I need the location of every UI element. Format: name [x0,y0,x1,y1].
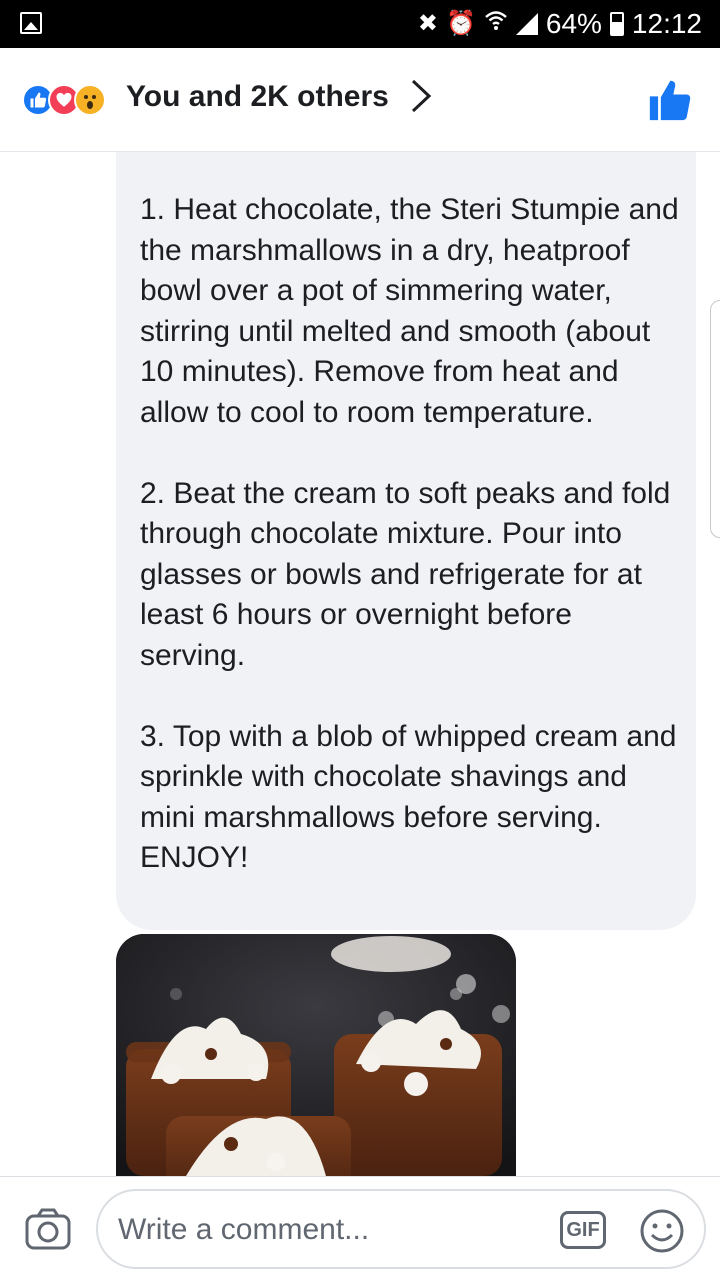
comment-placeholder: Write a comment... [118,1213,370,1246]
comment-bubble: 1. Heat chocolate, the Steri Stumpie and… [116,152,696,930]
thumbs-up-icon[interactable] [648,78,692,122]
comment-composer: Write a comment... GIF [0,1176,720,1280]
status-icons: ✖ ⏰ 64% 12:12 [418,8,702,40]
wow-reaction-icon [74,84,106,116]
reactions-header: You and 2K others [0,48,720,152]
status-bar: ✖ ⏰ 64% 12:12 [0,0,720,48]
camera-icon[interactable] [24,1207,72,1251]
wifi-icon [484,8,508,40]
alarm-icon: ⏰ [445,10,476,37]
vibrate-icon: ✖ [417,10,438,37]
recipe-step: 3. Top with a blob of whipped cream and … [140,719,677,875]
battery-percent: 64% [545,8,602,39]
battery-icon [609,12,624,36]
clock: 12:12 [631,8,702,39]
comment-input[interactable]: Write a comment... GIF [96,1189,706,1269]
dessert-photo[interactable] [116,934,516,1176]
chevron-right-icon[interactable] [410,78,432,123]
gallery-icon [20,12,42,34]
gif-button[interactable]: GIF [560,1211,606,1249]
comment-text: 1. Heat chocolate, the Steri Stumpie and… [140,190,680,879]
dessert-image [116,934,516,1176]
recipe-step: 2. Beat the cream to soft peaks and fold… [140,476,671,672]
reaction-icons[interactable] [22,84,106,116]
signal-icon [515,13,538,35]
reactions-summary[interactable]: You and 2K others [126,80,389,114]
smiley-icon[interactable] [638,1207,686,1255]
recipe-step: 1. Heat chocolate, the Steri Stumpie and… [140,193,679,429]
scroll-handle[interactable] [710,300,720,538]
